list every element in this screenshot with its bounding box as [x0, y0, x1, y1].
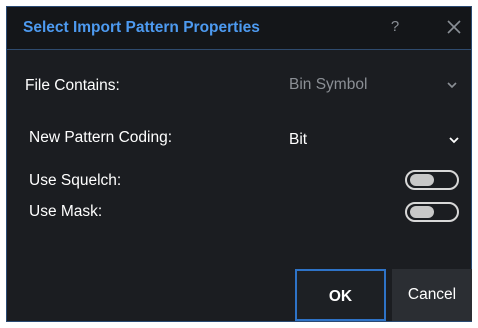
- ok-button[interactable]: OK: [295, 269, 386, 321]
- use-mask-toggle[interactable]: [405, 202, 459, 222]
- chevron-down-icon: [445, 78, 459, 92]
- use-squelch-toggle[interactable]: [405, 170, 459, 190]
- use-squelch-label: Use Squelch:: [29, 172, 122, 189]
- new-pattern-coding-value: Bit: [289, 131, 308, 148]
- chevron-down-icon: [447, 133, 461, 147]
- import-pattern-dialog: Select Import Pattern Properties ? File …: [6, 6, 472, 322]
- file-contains-dropdown[interactable]: Bin Symbol: [289, 72, 459, 98]
- close-icon[interactable]: [443, 16, 465, 38]
- file-contains-label: File Contains:: [25, 77, 120, 94]
- cancel-button[interactable]: Cancel: [392, 269, 472, 321]
- file-contains-value: Bin Symbol: [289, 76, 368, 93]
- new-pattern-coding-label: New Pattern Coding:: [29, 129, 173, 146]
- use-mask-label: Use Mask:: [29, 203, 103, 220]
- toggle-knob: [410, 206, 434, 218]
- dialog-titlebar: Select Import Pattern Properties ?: [7, 7, 471, 50]
- toggle-knob: [410, 174, 434, 186]
- dialog-title: Select Import Pattern Properties: [23, 19, 260, 36]
- help-button[interactable]: ?: [385, 16, 405, 38]
- new-pattern-coding-dropdown[interactable]: Bit: [289, 127, 461, 153]
